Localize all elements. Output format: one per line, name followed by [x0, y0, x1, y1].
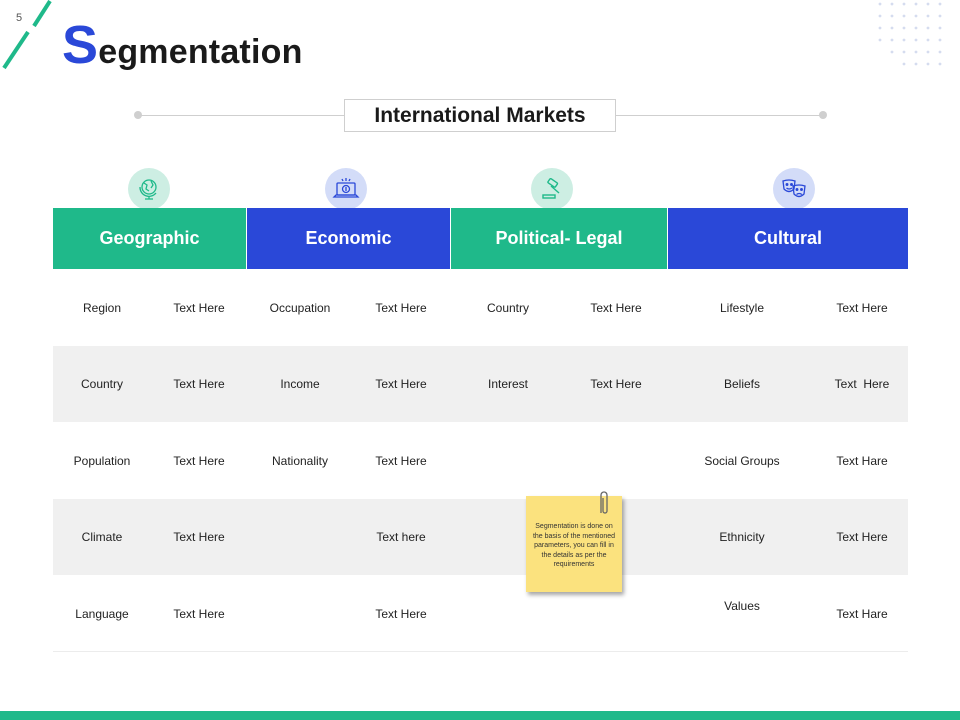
- subtitle-box: International Markets: [344, 99, 616, 132]
- column-icon-cultural: [773, 168, 815, 210]
- table-cell: Social Groups: [704, 454, 780, 468]
- table-cell: Text Here: [173, 454, 225, 468]
- table-cell: Values: [724, 599, 760, 613]
- sticky-note-text: Segmentation is done on the basis of the…: [532, 523, 616, 568]
- table-cell: Text Here: [173, 530, 225, 544]
- table-bottom-rule: [53, 651, 908, 652]
- header-economic: Economic: [247, 208, 450, 269]
- table-cell: Country: [486, 301, 530, 315]
- header-cultural: Cultural: [668, 208, 908, 269]
- header-geographic: Geographic: [53, 208, 246, 269]
- slide-title: Segmentation: [62, 18, 303, 72]
- connector-line-left: [140, 115, 344, 116]
- paperclip-icon: [600, 491, 608, 514]
- table-cell: Text Here: [173, 377, 225, 391]
- table-cell: Climate: [81, 530, 123, 544]
- table-cell: Lifestyle: [719, 301, 765, 315]
- title-initial: S: [62, 15, 99, 75]
- globe-icon: [139, 179, 157, 200]
- title-rest: egmentation: [98, 33, 303, 71]
- table-cell: Text Here: [836, 301, 888, 315]
- table-cell: Income: [280, 377, 320, 391]
- dot-pattern-icon: [878, 2, 942, 66]
- table-cell: Text Here: [173, 301, 225, 315]
- table-cell: Text Hare: [836, 454, 888, 468]
- table-cell: Population: [73, 454, 131, 468]
- gavel-icon: [542, 177, 560, 199]
- laptop-dollar-icon: [332, 178, 360, 198]
- connector-dot-right: [819, 111, 827, 119]
- table-cell: Text Here: [375, 377, 427, 391]
- table-cell: Interest: [487, 377, 529, 391]
- column-icon-economic: [325, 168, 367, 210]
- page-number: 5: [16, 12, 23, 24]
- connector-line-right: [614, 115, 820, 116]
- table-cell: Text Here: [834, 377, 890, 391]
- table-cell: Text Here: [375, 301, 427, 315]
- slide: 5 Segmentation International Markets Geo…: [0, 0, 960, 720]
- theater-masks-icon: [782, 179, 806, 198]
- table-cell: Text Here: [375, 454, 427, 468]
- table-cell: Nationality: [271, 454, 329, 468]
- table-cell: Text Here: [375, 607, 427, 621]
- table-cell: Region: [82, 301, 122, 315]
- header-political-legal: Political- Legal: [451, 208, 667, 269]
- column-icon-political-legal: [531, 168, 573, 210]
- table-cell: Occupation: [269, 301, 331, 315]
- table-cell: Beliefs: [723, 377, 761, 391]
- table-cell: Ethnicity: [719, 530, 765, 544]
- table-cell: Text here: [376, 530, 426, 544]
- table-cell: Language: [75, 607, 129, 621]
- accent-slashes-icon: [2, 0, 52, 70]
- table-cell: Country: [80, 377, 124, 391]
- table-cell: Text Here: [173, 607, 225, 621]
- footer-bar: [0, 711, 960, 720]
- table-cell: Text Hare: [836, 607, 888, 621]
- column-icon-geographic: [128, 168, 170, 210]
- table-cell: Text Here: [590, 377, 642, 391]
- table-cell: Text Here: [836, 530, 888, 544]
- table-cell: Text Here: [590, 301, 642, 315]
